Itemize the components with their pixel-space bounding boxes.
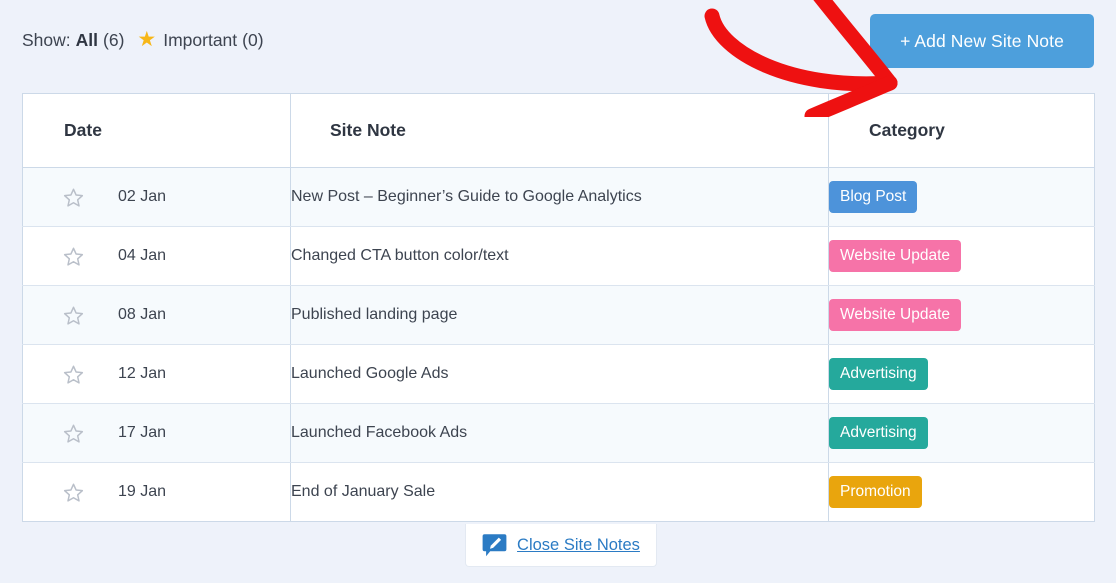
cell-date: 08 Jan bbox=[22, 285, 291, 345]
date-cell-inner: 02 Jan bbox=[23, 187, 290, 208]
cell-date: 04 Jan bbox=[22, 226, 291, 286]
cell-site-note[interactable]: New Post – Beginner’s Guide to Google An… bbox=[290, 167, 829, 227]
cell-category: Website Update bbox=[828, 285, 1095, 345]
filter-important-count: (0) bbox=[242, 30, 264, 50]
star-outline-icon[interactable] bbox=[63, 364, 84, 385]
cell-site-note[interactable]: Changed CTA button color/text bbox=[290, 226, 829, 286]
date-cell-inner: 04 Jan bbox=[23, 246, 290, 267]
star-outline-icon[interactable] bbox=[63, 305, 84, 326]
cell-category: Promotion bbox=[828, 462, 1095, 522]
table-header-row: Date Site Note Category bbox=[22, 93, 1095, 168]
cell-site-note[interactable]: Published landing page bbox=[290, 285, 829, 345]
cell-category: Advertising bbox=[828, 344, 1095, 404]
cell-date: 17 Jan bbox=[22, 403, 291, 463]
filter-all-count: (6) bbox=[103, 30, 125, 50]
close-site-notes-bar[interactable]: Close Site Notes bbox=[465, 524, 657, 567]
cell-site-note[interactable]: Launched Google Ads bbox=[290, 344, 829, 404]
cell-category: Advertising bbox=[828, 403, 1095, 463]
star-outline-icon[interactable] bbox=[63, 423, 84, 444]
date-cell-inner: 08 Jan bbox=[23, 305, 290, 326]
table-row[interactable]: 19 Jan End of January Sale Promotion bbox=[22, 462, 1095, 522]
category-badge[interactable]: Advertising bbox=[829, 357, 928, 391]
close-site-notes-link[interactable]: Close Site Notes bbox=[517, 536, 640, 555]
table-row[interactable]: 17 Jan Launched Facebook Ads Advertising bbox=[22, 403, 1095, 463]
table-row[interactable]: 02 Jan New Post – Beginner’s Guide to Goo… bbox=[22, 167, 1095, 227]
cell-date: 12 Jan bbox=[22, 344, 291, 404]
category-badge[interactable]: Advertising bbox=[829, 416, 928, 450]
date-cell-inner: 12 Jan bbox=[23, 364, 290, 385]
cell-date: 19 Jan bbox=[22, 462, 291, 522]
cell-site-note[interactable]: End of January Sale bbox=[290, 462, 829, 522]
column-header-date[interactable]: Date bbox=[22, 93, 291, 168]
cell-category: Website Update bbox=[828, 226, 1095, 286]
add-new-site-note-button[interactable]: + Add New Site Note bbox=[870, 14, 1094, 68]
note-pencil-icon bbox=[482, 533, 507, 556]
site-notes-table: Date Site Note Category 02 Jan New Post –… bbox=[22, 93, 1095, 522]
column-header-category[interactable]: Category bbox=[828, 93, 1095, 168]
category-badge[interactable]: Promotion bbox=[829, 475, 922, 509]
star-filled-icon: ★ bbox=[137, 27, 157, 51]
date-cell-inner: 19 Jan bbox=[23, 482, 290, 503]
star-outline-icon[interactable] bbox=[63, 482, 84, 503]
date-cell-inner: 17 Jan bbox=[23, 423, 290, 444]
show-filter-group: Show: All (6) ★ Important (0) bbox=[22, 28, 264, 52]
cell-date: 02 Jan bbox=[22, 167, 291, 227]
column-header-site-note[interactable]: Site Note bbox=[290, 93, 829, 168]
star-outline-icon[interactable] bbox=[63, 246, 84, 267]
site-notes-table-container: Date Site Note Category 02 Jan New Post –… bbox=[22, 93, 1095, 522]
table-row[interactable]: 12 Jan Launched Google Ads Advertising bbox=[22, 344, 1095, 404]
category-badge[interactable]: Website Update bbox=[829, 298, 961, 332]
table-row[interactable]: 08 Jan Published landing page Website Upda… bbox=[22, 285, 1095, 345]
date-text: 08 Jan bbox=[118, 306, 167, 323]
date-text: 04 Jan bbox=[118, 247, 167, 264]
date-text: 02 Jan bbox=[118, 188, 167, 205]
star-outline-icon[interactable] bbox=[63, 187, 84, 208]
show-label: Show: bbox=[22, 30, 71, 50]
cell-site-note[interactable]: Launched Facebook Ads bbox=[290, 403, 829, 463]
category-badge[interactable]: Website Update bbox=[829, 239, 961, 273]
site-notes-toolbar: Show: All (6) ★ Important (0) + Add New … bbox=[0, 0, 1116, 82]
filter-all-link[interactable]: All bbox=[76, 28, 98, 52]
date-text: 19 Jan bbox=[118, 483, 167, 500]
table-row[interactable]: 04 Jan Changed CTA button color/text Websi… bbox=[22, 226, 1095, 286]
date-text: 17 Jan bbox=[118, 424, 167, 441]
filter-important-link[interactable]: Important bbox=[163, 28, 237, 52]
cell-category: Blog Post bbox=[828, 167, 1095, 227]
category-badge[interactable]: Blog Post bbox=[829, 180, 918, 214]
date-text: 12 Jan bbox=[118, 365, 167, 382]
